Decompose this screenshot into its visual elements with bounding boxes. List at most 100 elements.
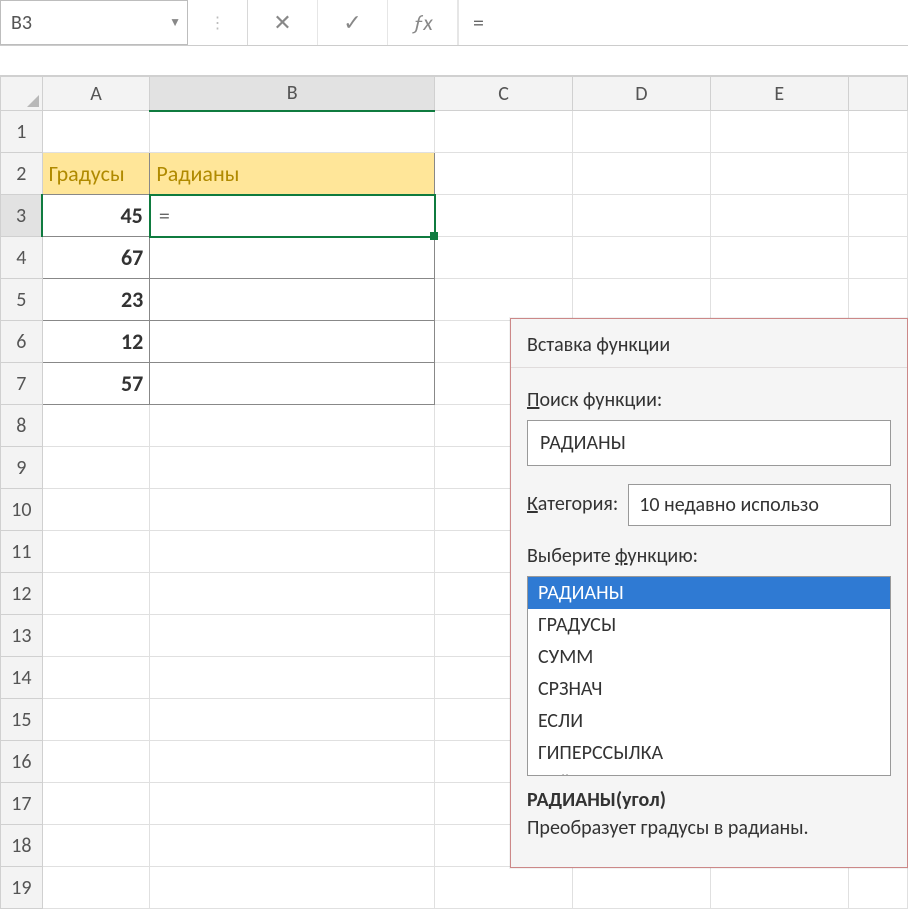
- formula-input[interactable]: =: [458, 0, 908, 45]
- col-header-a[interactable]: A: [42, 77, 150, 111]
- cell[interactable]: [710, 195, 848, 237]
- row-header[interactable]: 18: [1, 825, 43, 867]
- cell[interactable]: Градусы: [42, 153, 150, 195]
- cell[interactable]: [42, 111, 150, 153]
- cell[interactable]: [150, 447, 435, 489]
- list-item[interactable]: СЧЁТ: [528, 769, 890, 776]
- cell[interactable]: [848, 237, 907, 279]
- cell[interactable]: 67: [42, 237, 150, 279]
- insert-function-button[interactable]: ƒx: [388, 0, 458, 45]
- cell[interactable]: [42, 867, 150, 909]
- row-header[interactable]: 14: [1, 657, 43, 699]
- cell[interactable]: [150, 783, 435, 825]
- cell[interactable]: [42, 615, 150, 657]
- cell[interactable]: [848, 867, 907, 909]
- cell[interactable]: [150, 111, 435, 153]
- list-item[interactable]: ЕСЛИ: [528, 705, 890, 737]
- cell[interactable]: [572, 153, 710, 195]
- cell[interactable]: [150, 867, 435, 909]
- cell[interactable]: Радианы: [150, 153, 435, 195]
- col-header-f[interactable]: [848, 77, 907, 111]
- cell[interactable]: [150, 573, 435, 615]
- cell[interactable]: [150, 279, 435, 321]
- list-item[interactable]: ГРАДУСЫ: [528, 609, 890, 641]
- cell[interactable]: [150, 741, 435, 783]
- cell[interactable]: [435, 111, 573, 153]
- search-input[interactable]: [527, 420, 891, 466]
- cell[interactable]: [572, 867, 710, 909]
- cell[interactable]: [42, 573, 150, 615]
- cancel-button[interactable]: ✕: [248, 0, 318, 45]
- cell[interactable]: 23: [42, 279, 150, 321]
- row-header[interactable]: 15: [1, 699, 43, 741]
- cell[interactable]: [710, 279, 848, 321]
- cell[interactable]: [435, 237, 573, 279]
- cell[interactable]: [572, 279, 710, 321]
- cell[interactable]: [435, 279, 573, 321]
- function-list[interactable]: РАДИАНЫ ГРАДУСЫ СУММ СРЗНАЧ ЕСЛИ ГИПЕРСС…: [527, 576, 891, 776]
- cell[interactable]: [42, 405, 150, 447]
- cell[interactable]: [150, 489, 435, 531]
- list-item[interactable]: СРЗНАЧ: [528, 673, 890, 705]
- row-header[interactable]: 2: [1, 153, 43, 195]
- cell[interactable]: [572, 195, 710, 237]
- cell[interactable]: [150, 531, 435, 573]
- cell[interactable]: [150, 615, 435, 657]
- cell[interactable]: [848, 111, 907, 153]
- list-item[interactable]: ГИПЕРССЫЛКА: [528, 737, 890, 769]
- select-all-corner[interactable]: [1, 77, 43, 111]
- list-item[interactable]: СУММ: [528, 641, 890, 673]
- row-header[interactable]: 19: [1, 867, 43, 909]
- cell[interactable]: [572, 237, 710, 279]
- cell[interactable]: [42, 741, 150, 783]
- fill-handle[interactable]: [430, 232, 438, 240]
- cell[interactable]: 12: [42, 321, 150, 363]
- cell[interactable]: [42, 825, 150, 867]
- row-header[interactable]: 11: [1, 531, 43, 573]
- row-header[interactable]: 8: [1, 405, 43, 447]
- cell[interactable]: [572, 111, 710, 153]
- cell[interactable]: [42, 489, 150, 531]
- row-header[interactable]: 12: [1, 573, 43, 615]
- cell[interactable]: [150, 405, 435, 447]
- category-select[interactable]: 10 недавно использо: [628, 484, 891, 526]
- cell[interactable]: [435, 153, 573, 195]
- cell[interactable]: [710, 867, 848, 909]
- col-header-b[interactable]: B: [150, 77, 435, 111]
- cell[interactable]: [150, 699, 435, 741]
- cell[interactable]: [848, 279, 907, 321]
- row-header[interactable]: 17: [1, 783, 43, 825]
- cell[interactable]: [435, 195, 573, 237]
- cell[interactable]: [42, 783, 150, 825]
- row-header[interactable]: 13: [1, 615, 43, 657]
- cell[interactable]: [710, 111, 848, 153]
- chevron-down-icon[interactable]: ▼: [169, 15, 181, 30]
- cell[interactable]: [435, 867, 573, 909]
- cell[interactable]: [150, 825, 435, 867]
- accept-button[interactable]: ✓: [318, 0, 388, 45]
- row-header[interactable]: 5: [1, 279, 43, 321]
- cell[interactable]: [42, 531, 150, 573]
- cell[interactable]: [848, 195, 907, 237]
- cell[interactable]: [42, 657, 150, 699]
- row-header[interactable]: 1: [1, 111, 43, 153]
- cell[interactable]: 57: [42, 363, 150, 405]
- col-header-e[interactable]: E: [710, 77, 848, 111]
- cell[interactable]: [848, 153, 907, 195]
- cell[interactable]: [150, 237, 435, 279]
- cell[interactable]: [150, 657, 435, 699]
- row-header[interactable]: 7: [1, 363, 43, 405]
- row-header[interactable]: 4: [1, 237, 43, 279]
- cell[interactable]: [150, 363, 435, 405]
- col-header-d[interactable]: D: [572, 77, 710, 111]
- col-header-c[interactable]: C: [435, 77, 573, 111]
- cell[interactable]: [710, 153, 848, 195]
- active-cell[interactable]: =: [150, 195, 435, 237]
- cell[interactable]: [710, 237, 848, 279]
- cell[interactable]: [42, 447, 150, 489]
- cell[interactable]: 45: [42, 195, 150, 237]
- name-box[interactable]: B3 ▼: [0, 0, 188, 45]
- row-header[interactable]: 6: [1, 321, 43, 363]
- list-item[interactable]: РАДИАНЫ: [528, 577, 890, 609]
- row-header[interactable]: 10: [1, 489, 43, 531]
